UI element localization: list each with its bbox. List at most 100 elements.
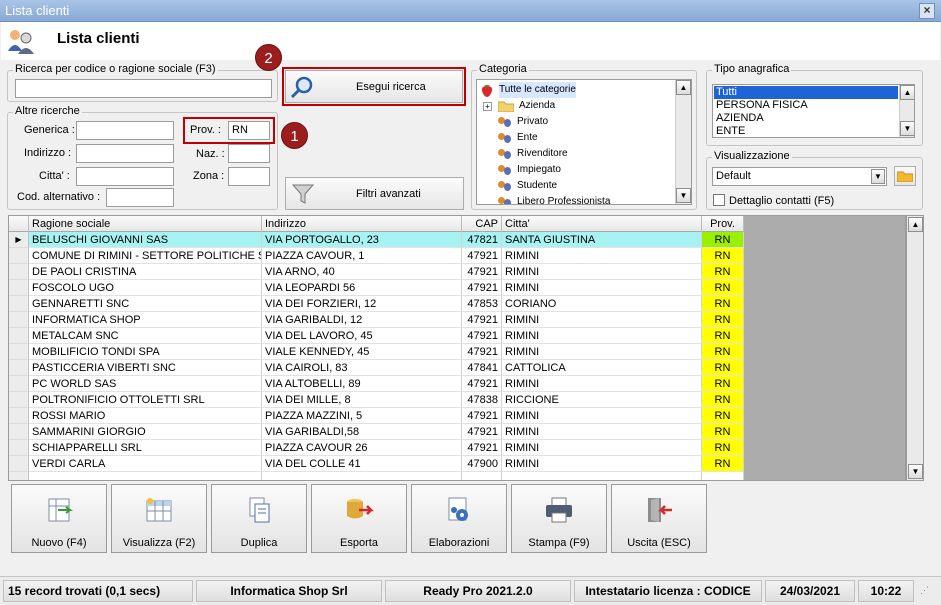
header-prov[interactable]: Prov. bbox=[702, 216, 744, 232]
cell-citta: RIMINI bbox=[502, 280, 702, 296]
table-row[interactable]: METALCAM SNC VIA DEL LAVORO, 45 47921 RIMIN… bbox=[9, 328, 744, 344]
table-row[interactable]: FOSCOLO UGO VIA LEOPARDI 56 47921 RIMINI RN bbox=[9, 280, 744, 296]
table-row[interactable]: ROSSI MARIO PIAZZA MAZZINI, 5 47921 RIMINI R… bbox=[9, 408, 744, 424]
table-row[interactable]: ▶ BELUSCHI GIOVANNI SAS VIA PORTOGALLO, 23… bbox=[9, 232, 744, 248]
table-row[interactable]: SCHIAPPARELLI SRL PIAZZA CAVOUR 26 47921 RI… bbox=[9, 440, 744, 456]
cell-prov: RN bbox=[702, 376, 744, 392]
category-item-azienda[interactable]: + Azienda bbox=[483, 98, 555, 114]
category-item-all[interactable]: Tutte le categorie bbox=[480, 82, 576, 98]
cell-ragione-sociale: VERDI CARLA bbox=[29, 456, 262, 472]
category-item-studente[interactable]: Studente bbox=[498, 178, 557, 194]
status-date: 24/03/2021 bbox=[765, 580, 855, 602]
cell-indirizzo: VIA LEOPARDI 56 bbox=[262, 280, 462, 296]
scroll-up-icon[interactable]: ▲ bbox=[900, 85, 914, 100]
contacts-detail-checkbox[interactable] bbox=[713, 194, 725, 206]
header-indirizzo[interactable]: Indirizzo bbox=[262, 216, 462, 232]
table-row-empty bbox=[9, 472, 744, 480]
category-item-privato[interactable]: Privato bbox=[498, 114, 548, 130]
table-row[interactable]: SAMMARINI GIORGIO VIA GARIBALDI,58 47921 RI… bbox=[9, 424, 744, 440]
category-label: Tutte le categorie bbox=[499, 82, 576, 98]
clients-grid[interactable]: Ragione sociale Indirizzo CAP Citta' Pro… bbox=[8, 215, 906, 481]
table-row[interactable]: GENNARETTI SNC VIA DEI FORZIERI, 12 47853 C… bbox=[9, 296, 744, 312]
table-row[interactable]: PC WORLD SAS VIA ALTOBELLI, 89 47921 RIMINI… bbox=[9, 376, 744, 392]
codalt-input[interactable] bbox=[106, 188, 174, 207]
naz-input[interactable] bbox=[228, 144, 270, 163]
cell-indirizzo: VIA CAIROLI, 83 bbox=[262, 360, 462, 376]
search-code-input[interactable] bbox=[15, 79, 272, 98]
zona-input[interactable] bbox=[228, 167, 270, 186]
cell-cap: 47821 bbox=[462, 232, 502, 248]
category-item-ente[interactable]: Ente bbox=[498, 130, 538, 146]
processing-button[interactable]: Elaborazioni bbox=[411, 484, 507, 553]
open-folder-button[interactable] bbox=[894, 166, 916, 186]
cell-ragione-sociale: ROSSI MARIO bbox=[29, 408, 262, 424]
scroll-down-icon[interactable]: ▼ bbox=[900, 121, 914, 136]
categoria-scrollbar[interactable]: ▲ ▼ bbox=[675, 80, 691, 204]
cell-indirizzo: VIA ARNO, 40 bbox=[262, 264, 462, 280]
cell-prov: RN bbox=[702, 248, 744, 264]
table-row[interactable]: POLTRONIFICIO OTTOLETTI SRL VIA DEI MILLE… bbox=[9, 392, 744, 408]
table-row[interactable]: COMUNE DI RIMINI - SETTORE POLITICHE S..… bbox=[9, 248, 744, 264]
categoria-tree[interactable]: Tutte le categorie + Azienda Privato Ent… bbox=[476, 79, 692, 205]
exit-button[interactable]: Uscita (ESC) bbox=[611, 484, 707, 553]
close-window-button[interactable]: × bbox=[919, 3, 935, 19]
header-ragione-sociale[interactable]: Ragione sociale bbox=[29, 216, 262, 232]
cell-prov: RN bbox=[702, 440, 744, 456]
cell-prov: RN bbox=[702, 408, 744, 424]
tipo-listbox[interactable]: Tutti PERSONA FISICA AZIENDA ENTE ▲ ▼ bbox=[712, 84, 915, 138]
cell-citta: RIMINI bbox=[502, 328, 702, 344]
view-table-icon bbox=[146, 498, 172, 522]
scroll-up-icon[interactable]: ▲ bbox=[908, 217, 923, 232]
table-row[interactable]: INFORMATICA SHOP VIA GARIBALDI, 12 47921 RI… bbox=[9, 312, 744, 328]
cell-citta: CORIANO bbox=[502, 296, 702, 312]
tipo-item-ente[interactable]: ENTE bbox=[714, 125, 745, 137]
expand-icon[interactable]: + bbox=[483, 101, 492, 111]
indirizzo-input[interactable] bbox=[76, 144, 174, 163]
tipo-scrollbar[interactable]: ▲ ▼ bbox=[899, 85, 914, 137]
cell-prov: RN bbox=[702, 344, 744, 360]
print-button[interactable]: Stampa (F9) bbox=[511, 484, 607, 553]
tipo-item-persona[interactable]: PERSONA FISICA bbox=[714, 99, 808, 112]
visual-dropdown[interactable]: Default ▼ bbox=[712, 167, 887, 186]
chevron-down-icon[interactable]: ▼ bbox=[871, 169, 885, 184]
visual-legend: Visualizzazione bbox=[712, 150, 792, 162]
table-row[interactable]: PASTICCERIA VIBERTI SNC VIA CAIROLI, 83 47… bbox=[9, 360, 744, 376]
new-button[interactable]: Nuovo (F4) bbox=[11, 484, 107, 553]
category-label: Ente bbox=[517, 132, 538, 143]
category-item-libero[interactable]: Libero Professionista bbox=[498, 194, 610, 204]
cell-prov: RN bbox=[702, 264, 744, 280]
tipo-item-tutti[interactable]: Tutti bbox=[714, 86, 898, 99]
table-row[interactable]: DE PAOLI CRISTINA VIA ARNO, 40 47921 RIMINI… bbox=[9, 264, 744, 280]
scroll-down-icon[interactable]: ▼ bbox=[676, 188, 691, 203]
scroll-down-icon[interactable]: ▼ bbox=[908, 464, 923, 479]
export-button[interactable]: Esporta bbox=[311, 484, 407, 553]
status-bar: 15 record trovati (0,1 secs) Informatica… bbox=[0, 576, 941, 605]
cell-indirizzo: PIAZZA MAZZINI, 5 bbox=[262, 408, 462, 424]
generica-input[interactable] bbox=[76, 121, 174, 140]
resize-grip-icon[interactable]: ⋰ bbox=[920, 585, 934, 599]
cell-citta: RIMINI bbox=[502, 344, 702, 360]
cell-citta: RIMINI bbox=[502, 312, 702, 328]
view-button[interactable]: Visualizza (F2) bbox=[111, 484, 207, 553]
advanced-filters-button[interactable]: Filtri avanzati bbox=[285, 177, 464, 210]
status-records: 15 record trovati (0,1 secs) bbox=[3, 580, 193, 602]
header-cap[interactable]: CAP bbox=[462, 216, 502, 232]
header-citta[interactable]: Citta' bbox=[502, 216, 702, 232]
row-indicator bbox=[9, 424, 29, 440]
row-indicator bbox=[9, 328, 29, 344]
table-row[interactable]: MOBILIFICIO TONDI SPA VIALE KENNEDY, 45 47… bbox=[9, 344, 744, 360]
category-item-rivenditore[interactable]: Rivenditore bbox=[498, 146, 568, 162]
duplicate-button[interactable]: Duplica bbox=[211, 484, 307, 553]
citta-input[interactable] bbox=[76, 167, 174, 186]
cell-ragione-sociale: INFORMATICA SHOP bbox=[29, 312, 262, 328]
new-button-label: Nuovo (F4) bbox=[31, 537, 87, 549]
cell-indirizzo: VIA GARIBALDI, 12 bbox=[262, 312, 462, 328]
tipo-item-azienda[interactable]: AZIENDA bbox=[714, 112, 764, 125]
table-row[interactable]: VERDI CARLA VIA DEL COLLE 41 47900 RIMINI RN bbox=[9, 456, 744, 472]
category-item-impiegato[interactable]: Impiegato bbox=[498, 162, 561, 178]
status-version: Ready Pro 2021.2.0 bbox=[385, 580, 571, 602]
row-indicator bbox=[9, 280, 29, 296]
grid-scrollbar[interactable]: ▲ ▼ bbox=[906, 215, 924, 481]
people-icon bbox=[498, 196, 512, 204]
scroll-up-icon[interactable]: ▲ bbox=[676, 80, 691, 95]
